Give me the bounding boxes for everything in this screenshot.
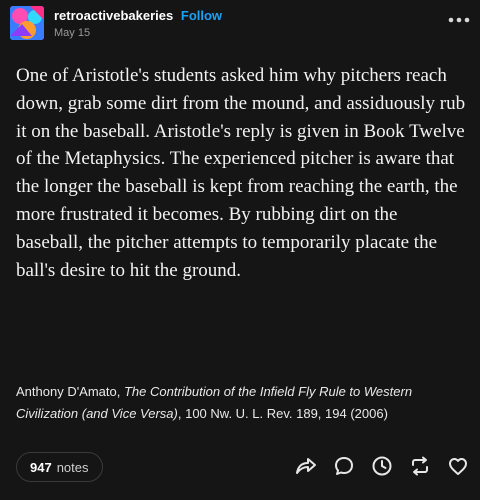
post-citation: Anthony D'Amato, The Contribution of the… [16, 381, 461, 425]
share-button[interactable] [294, 454, 318, 478]
post-footer: 947 notes [16, 452, 470, 484]
reblog-icon [412, 456, 428, 476]
username[interactable]: retroactivebakeries [54, 8, 173, 23]
more-horizontal-icon [448, 17, 470, 23]
heart-icon [449, 458, 467, 475]
citation-source: , 100 Nw. U. L. Rev. 189, 194 (2006) [177, 406, 388, 421]
share-icon [296, 458, 316, 474]
history-button[interactable] [370, 454, 394, 478]
post-date[interactable]: May 15 [54, 26, 90, 40]
like-button[interactable] [446, 454, 470, 478]
post-card: retroactivebakeries Follow May 15 One of… [0, 0, 480, 500]
citation-author: Anthony D'Amato, [16, 384, 124, 399]
avatar[interactable] [10, 6, 44, 40]
post-header: retroactivebakeries Follow May 15 [10, 6, 470, 46]
notes-count: 947 [30, 459, 52, 475]
reply-icon [335, 457, 353, 475]
notes-button[interactable]: 947 notes [16, 452, 103, 482]
reblog-button[interactable] [408, 454, 432, 478]
username-row: retroactivebakeries Follow [54, 8, 222, 24]
post-body: One of Aristotle's students asked him wh… [16, 65, 466, 281]
post-actions [294, 454, 470, 478]
avatar-art-icon [10, 6, 44, 40]
clock-icon [372, 456, 392, 476]
follow-button[interactable]: Follow [181, 8, 222, 23]
reply-button[interactable] [332, 454, 356, 478]
notes-label: notes [56, 459, 89, 475]
more-options-button[interactable] [448, 12, 470, 23]
